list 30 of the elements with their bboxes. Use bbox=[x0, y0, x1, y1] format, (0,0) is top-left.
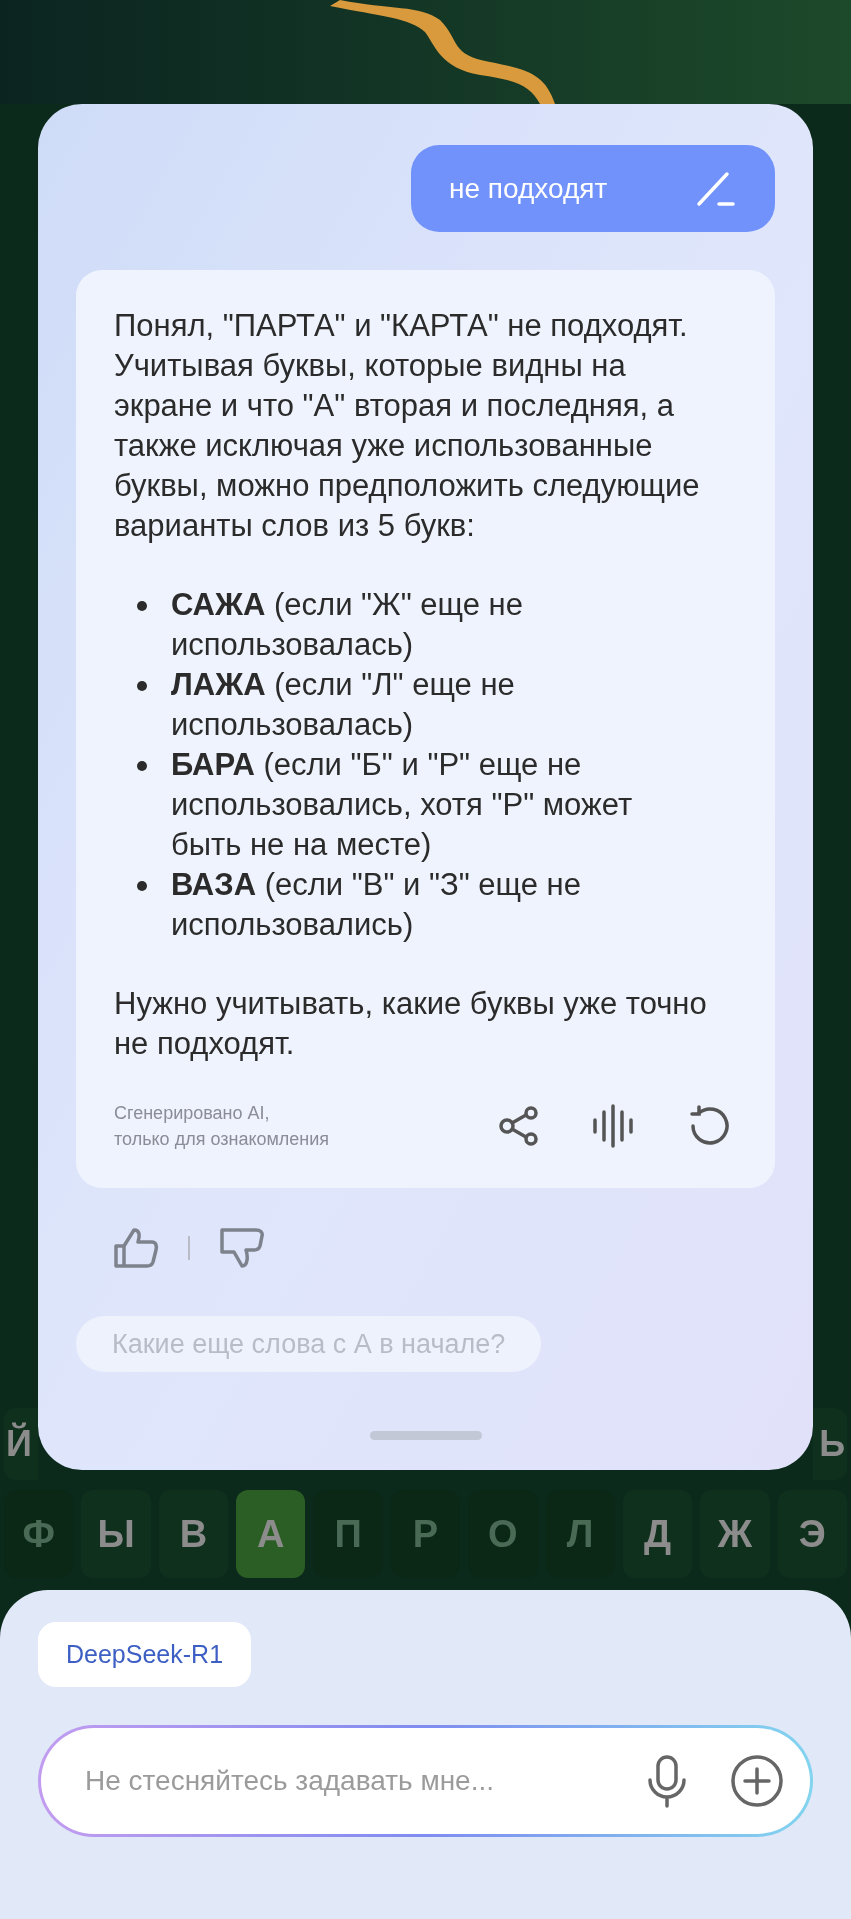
model-chip[interactable]: DeepSeek-R1 bbox=[38, 1622, 252, 1687]
ai-disclaimer: Сгенерировано AI, только для ознакомления bbox=[114, 1102, 330, 1151]
keyboard-key[interactable]: Ы bbox=[81, 1490, 151, 1578]
message-field[interactable]: Не стесняйтесь задавать мне... bbox=[85, 1760, 624, 1802]
keyboard-key[interactable]: Й bbox=[4, 1408, 38, 1480]
bullet-item-text: ВАЗА (если "В" и "З" еще не использовались) bbox=[171, 866, 582, 944]
keyboard-key[interactable]: О bbox=[468, 1490, 538, 1578]
voice-wave-icon[interactable] bbox=[591, 1104, 635, 1148]
keyboard-key[interactable]: Ж bbox=[700, 1490, 770, 1578]
share-icon[interactable] bbox=[497, 1104, 541, 1148]
bullet-item-text: БАРА (если "Б" и "Р" еще не использовались, хотя "Р" может быть не на месте) bbox=[171, 746, 634, 864]
add-icon[interactable] bbox=[730, 1754, 784, 1808]
keyboard-key[interactable]: П bbox=[313, 1490, 383, 1578]
keyboard-key[interactable]: Р bbox=[390, 1490, 461, 1578]
drag-handle[interactable] bbox=[369, 1431, 482, 1440]
keyboard-key[interactable]: Д bbox=[622, 1490, 693, 1578]
bullet-item-text: ЛАЖА (если "Л" еще не использовалась) bbox=[171, 666, 516, 744]
message-input-bar[interactable]: Не стесняйтесь задавать мне... bbox=[38, 1725, 813, 1837]
keyboard-key[interactable]: А bbox=[236, 1490, 306, 1578]
keyboard-key[interactable]: В bbox=[158, 1490, 229, 1578]
keyboard-key[interactable]: Л bbox=[545, 1490, 615, 1578]
keyboard-key[interactable]: Э bbox=[777, 1490, 847, 1578]
bullet-item-text: САЖА (если "Ж" еще не использовалась) bbox=[171, 586, 524, 664]
keyboard-key[interactable]: Ь bbox=[813, 1408, 847, 1480]
thumbs-down-icon[interactable] bbox=[218, 1226, 266, 1270]
answer-paragraph: Нужно учитывать, какие буквы уже точно не подходят. bbox=[114, 985, 708, 1063]
thumbs-up-icon[interactable] bbox=[112, 1226, 160, 1270]
user-message-text: не подходят bbox=[449, 171, 608, 206]
answer-paragraph: Понял, "ПАРТА" и "КАРТА" не подходят. Учитывая буквы, которые видны на экране и что "А" вторая и последняя, а также исключая уже использованные буквы, можно предположить следующие варианты слов из 5 букв: bbox=[114, 307, 701, 545]
keyboard-key[interactable]: Ф bbox=[4, 1490, 74, 1578]
